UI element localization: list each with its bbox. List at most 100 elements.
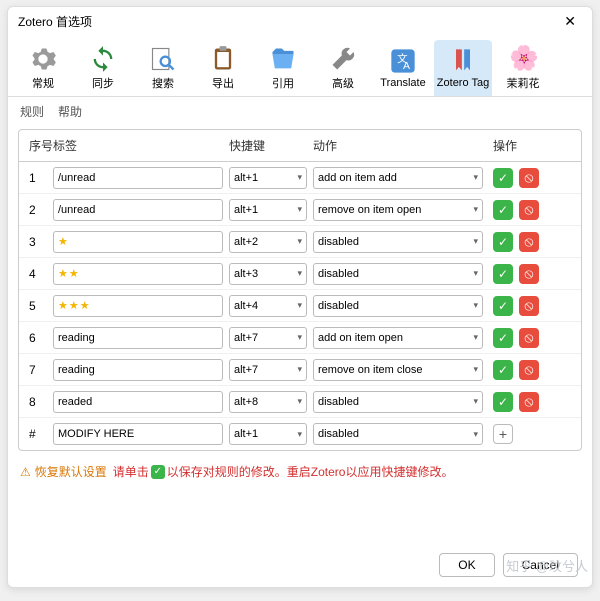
add-rule-button[interactable]: +	[493, 424, 513, 444]
window-title: Zotero 首选项	[18, 13, 92, 30]
action-select[interactable]: add on item add▾	[313, 167, 483, 189]
ok-button[interactable]: OK	[439, 553, 494, 577]
hotkey-select[interactable]: alt+1▾	[229, 423, 307, 445]
hotkey-select[interactable]: alt+8▾	[229, 391, 307, 413]
row-seq: 1	[23, 171, 53, 185]
star-icon: ★	[58, 235, 68, 248]
delete-button[interactable]: ⦸	[519, 264, 539, 284]
close-icon[interactable]: ✕	[558, 13, 582, 30]
hint-message: 请单击 ✓ 以保存对规则的修改。重启Zotero以应用快捷键修改。	[113, 463, 454, 480]
chevron-down-icon: ▾	[473, 300, 478, 311]
delete-button[interactable]: ⦸	[519, 328, 539, 348]
confirm-button[interactable]: ✓	[493, 328, 513, 348]
action-select[interactable]: disabled▾	[313, 231, 483, 253]
table-header: 序号 标签 快捷键 动作 操作	[19, 130, 581, 162]
hotkey-select[interactable]: alt+4▾	[229, 295, 307, 317]
action-select[interactable]: remove on item open▾	[313, 199, 483, 221]
chevron-down-icon: ▾	[473, 396, 478, 407]
table-row: 5★★★ alt+4▾ disabled▾ ✓ ⦸	[19, 290, 581, 322]
hotkey-select[interactable]: alt+3▾	[229, 263, 307, 285]
table-row: 7alt+7▾remove on item close▾✓⦸	[19, 354, 581, 386]
tag-input[interactable]	[53, 167, 223, 189]
tab-help[interactable]: 帮助	[58, 103, 82, 120]
titlebar: Zotero 首选项 ✕	[8, 7, 592, 36]
chevron-down-icon: ▾	[297, 364, 302, 375]
hotkey-select[interactable]: alt+1▾	[229, 167, 307, 189]
warning-icon: ⚠	[20, 465, 31, 479]
row-seq: 8	[23, 395, 53, 409]
hotkey-select[interactable]: alt+1▾	[229, 199, 307, 221]
star-icon: ★	[69, 267, 79, 280]
footer: OK Cancel	[8, 543, 592, 587]
tag-input[interactable]	[53, 327, 223, 349]
chevron-down-icon: ▾	[473, 204, 478, 215]
col-ops: 操作	[489, 137, 549, 154]
confirm-button[interactable]: ✓	[493, 200, 513, 220]
toolbar: 常规同步搜索导出引用高级文ATranslateZotero Tag🌸茉莉花	[8, 36, 592, 97]
hint-bar: ⚠ 恢复默认设置 请单击 ✓ 以保存对规则的修改。重启Zotero以应用快捷键修…	[8, 455, 592, 488]
tag-input[interactable]	[53, 199, 223, 221]
tag-input[interactable]: ★★	[53, 263, 223, 285]
rules-table: 序号 标签 快捷键 动作 操作 1 alt+1▾ add on item add▾ ✓…	[18, 129, 582, 451]
tool-gear[interactable]: 常规	[14, 40, 72, 96]
confirm-button[interactable]: ✓	[493, 392, 513, 412]
action-select[interactable]: add on item open▾	[313, 327, 483, 349]
delete-button[interactable]: ⦸	[519, 232, 539, 252]
tag-input[interactable]	[53, 391, 223, 413]
chevron-down-icon: ▾	[473, 364, 478, 375]
chevron-down-icon: ▾	[297, 204, 302, 215]
tool-clipboard[interactable]: 导出	[194, 40, 252, 96]
confirm-button[interactable]: ✓	[493, 360, 513, 380]
delete-button[interactable]: ⦸	[519, 392, 539, 412]
action-select[interactable]: remove on item close▾	[313, 359, 483, 381]
hotkey-select[interactable]: alt+2▾	[229, 231, 307, 253]
chevron-down-icon: ▾	[473, 236, 478, 247]
cancel-button[interactable]: Cancel	[503, 553, 578, 577]
action-select[interactable]: disabled▾	[313, 423, 483, 445]
star-icon: ★	[69, 299, 79, 312]
preferences-window: Zotero 首选项 ✕ 常规同步搜索导出引用高级文ATranslateZote…	[7, 6, 593, 588]
tag-input[interactable]	[53, 423, 223, 445]
tag-input[interactable]: ★★★	[53, 295, 223, 317]
row-seq: 5	[23, 299, 53, 313]
tool-sync[interactable]: 同步	[74, 40, 132, 96]
table-row: 1 alt+1▾ add on item add▾ ✓ ⦸	[19, 162, 581, 194]
chevron-down-icon: ▾	[297, 172, 302, 183]
action-select[interactable]: disabled▾	[313, 263, 483, 285]
chevron-down-icon: ▾	[473, 172, 478, 183]
chevron-down-icon: ▾	[297, 268, 302, 279]
subtabs: 规则 帮助	[8, 97, 592, 125]
chevron-down-icon: ▾	[297, 396, 302, 407]
confirm-button[interactable]: ✓	[493, 232, 513, 252]
tool-folder[interactable]: 引用	[254, 40, 312, 96]
hotkey-select[interactable]: alt+7▾	[229, 359, 307, 381]
chevron-down-icon: ▾	[473, 332, 478, 343]
star-icon: ★	[58, 299, 68, 312]
delete-button[interactable]: ⦸	[519, 200, 539, 220]
confirm-button[interactable]: ✓	[493, 296, 513, 316]
chevron-down-icon: ▾	[297, 236, 302, 247]
delete-button[interactable]: ⦸	[519, 360, 539, 380]
restore-defaults-link[interactable]: ⚠ 恢复默认设置	[20, 463, 107, 480]
chevron-down-icon: ▾	[473, 429, 478, 440]
chevron-down-icon: ▾	[297, 332, 302, 343]
delete-button[interactable]: ⦸	[519, 168, 539, 188]
table-row: 6alt+7▾add on item open▾✓⦸	[19, 322, 581, 354]
hotkey-select[interactable]: alt+7▾	[229, 327, 307, 349]
tag-input[interactable]: ★	[53, 231, 223, 253]
tab-rules[interactable]: 规则	[20, 103, 44, 120]
action-select[interactable]: disabled▾	[313, 295, 483, 317]
tag-input[interactable]	[53, 359, 223, 381]
action-select[interactable]: disabled▾	[313, 391, 483, 413]
chevron-down-icon: ▾	[297, 300, 302, 311]
tool-bookmark[interactable]: Zotero Tag	[434, 40, 492, 96]
row-seq: #	[23, 427, 53, 441]
tool-wrench[interactable]: 高级	[314, 40, 372, 96]
tool-translate[interactable]: 文ATranslate	[374, 40, 432, 96]
confirm-button[interactable]: ✓	[493, 168, 513, 188]
confirm-button[interactable]: ✓	[493, 264, 513, 284]
delete-button[interactable]: ⦸	[519, 296, 539, 316]
table-row: 4★★alt+3▾disabled▾✓⦸	[19, 258, 581, 290]
tool-flower[interactable]: 🌸茉莉花	[494, 40, 552, 96]
tool-search[interactable]: 搜索	[134, 40, 192, 96]
